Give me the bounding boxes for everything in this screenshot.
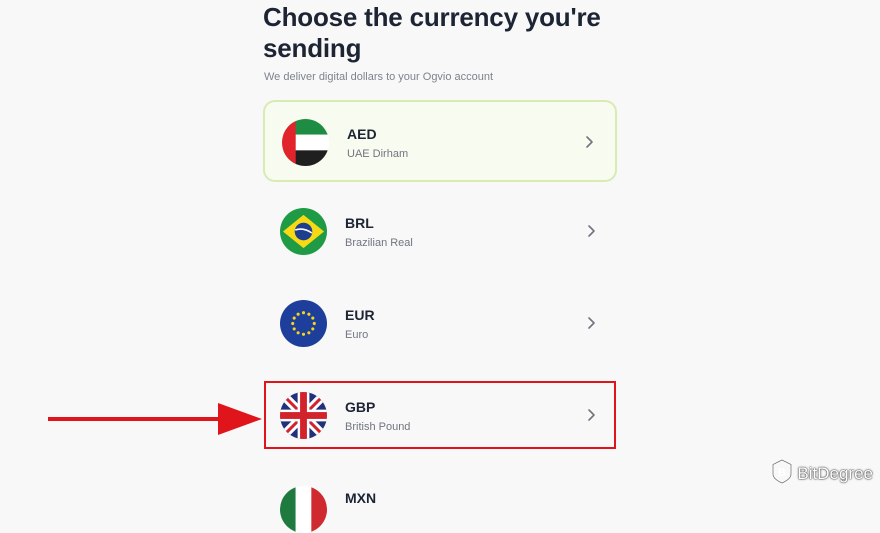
- currency-name: Euro: [345, 329, 369, 341]
- uae-flag-icon: [282, 119, 329, 166]
- currency-name: Brazilian Real: [345, 237, 413, 249]
- currency-option-mxn[interactable]: MXN: [263, 474, 617, 533]
- currency-code: AED: [347, 126, 377, 142]
- currency-option-aed[interactable]: AED UAE Dirham: [263, 100, 617, 182]
- watermark-text: BitDegree: [797, 464, 873, 483]
- currency-option-gbp[interactable]: GBP British Pound: [263, 375, 617, 457]
- chevron-right-icon: [585, 314, 599, 332]
- chevron-right-icon: [585, 406, 599, 424]
- mexico-flag-icon: [280, 486, 327, 533]
- currency-name: UAE Dirham: [347, 148, 409, 160]
- currency-name: British Pound: [345, 421, 411, 433]
- svg-text:B: B: [778, 467, 786, 479]
- currency-code: BRL: [345, 215, 374, 231]
- currency-option-brl[interactable]: BRL Brazilian Real: [263, 191, 617, 273]
- currency-option-eur[interactable]: EUR Euro: [263, 283, 617, 365]
- page-subtitle: We deliver digital dollars to your Ogvio…: [264, 71, 494, 83]
- brazil-flag-icon: [280, 208, 327, 255]
- currency-code: MXN: [345, 490, 377, 506]
- currency-code: EUR: [345, 307, 375, 323]
- uk-flag-icon: [280, 392, 327, 439]
- chevron-right-icon: [585, 222, 599, 240]
- page-title: Choose the currency you're sending: [263, 2, 601, 63]
- eu-flag-icon: [280, 300, 327, 347]
- currency-code: GBP: [345, 399, 376, 415]
- chevron-right-icon: [583, 133, 597, 151]
- bitdegree-watermark: B BitDegree: [771, 458, 873, 489]
- bitdegree-logo-icon: B: [771, 458, 793, 489]
- pointer-arrow-icon: [48, 401, 262, 437]
